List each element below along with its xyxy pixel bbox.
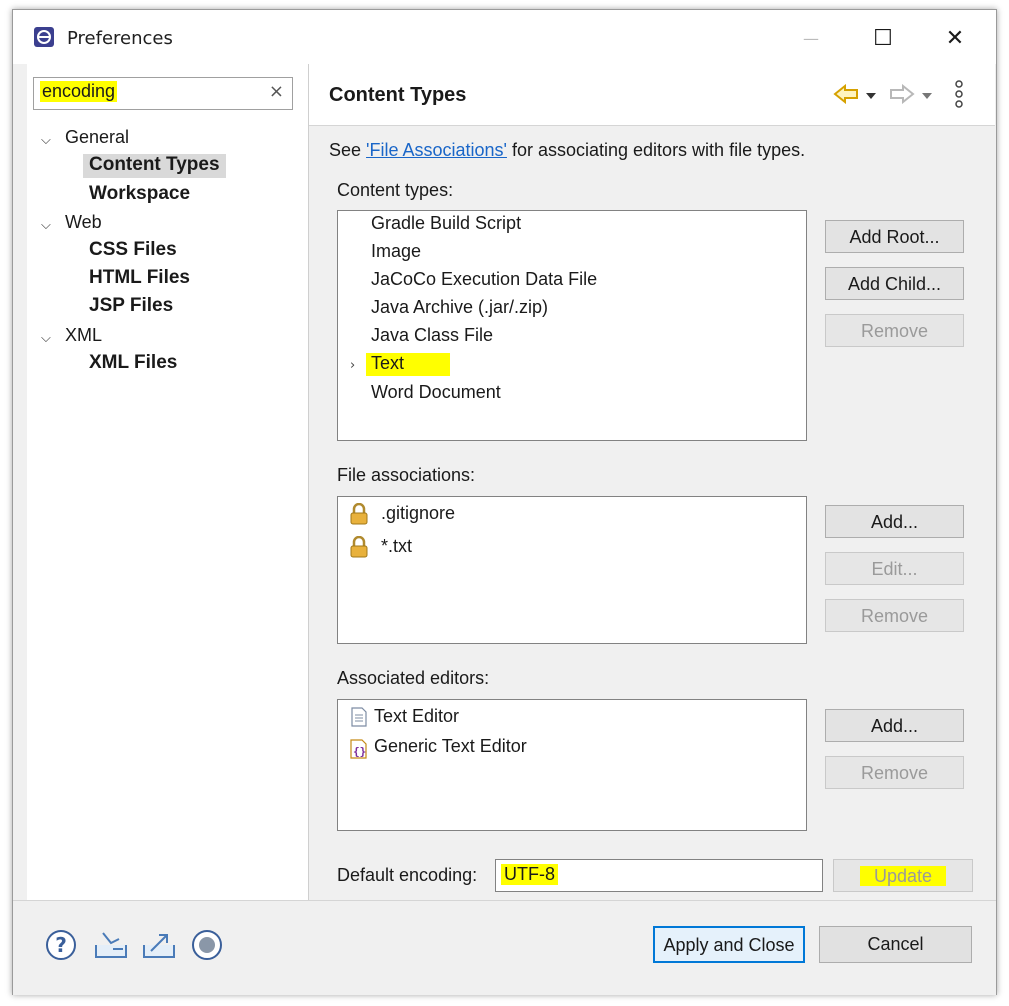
list-item[interactable]: Text Editor [374,706,459,727]
default-encoding-label: Default encoding: [337,865,478,885]
dialog-button-bar: ? Apply and Close Cancel [13,900,996,995]
hint-suffix: for associating editors with file types. [506,140,806,160]
clear-filter-icon[interactable]: × [269,81,284,102]
associated-editors-list[interactable]: Text Editor {} Generic Text Editor [337,699,807,831]
update-label: Update [859,866,947,886]
minimize-icon: — [803,28,819,48]
cancel-button[interactable]: Cancel [819,926,972,963]
file-associations-label: File associations: [337,465,476,485]
tree-node-general[interactable]: General [65,127,129,148]
file-associations-list[interactable]: .gitignore *.txt [337,496,807,644]
eclipse-app-icon [34,27,54,47]
hint-prefix: See [329,140,367,160]
tree-item-xml-files[interactable]: XML Files [89,352,177,374]
list-item[interactable]: Image [371,241,421,262]
chevron-down-icon[interactable]: ⌵ [41,331,51,346]
tree-item-content-types[interactable]: Content Types [83,154,226,178]
list-item[interactable]: Word Document [371,382,501,403]
file-associations-link[interactable]: 'File Associations' [366,140,507,160]
add-editor-button[interactable]: Add... [825,709,964,742]
remove-association-button[interactable]: Remove [825,599,964,632]
page-title: Content Types [329,84,467,106]
default-encoding-input[interactable]: UTF-8 [495,859,823,892]
filter-value: encoding [40,81,118,102]
tree-item-jsp-files[interactable]: JSP Files [89,295,173,317]
add-child-button[interactable]: Add Child... [825,267,964,300]
tree-item-workspace[interactable]: Workspace [89,183,190,205]
content-types-label: Content types: [337,180,454,200]
apply-and-close-button[interactable]: Apply and Close [653,926,805,963]
minimize-button[interactable]: — [781,18,841,58]
list-item[interactable]: Generic Text Editor [374,736,527,757]
chevron-right-icon[interactable]: › [350,358,355,373]
forward-dropdown-icon[interactable] [921,92,933,100]
chevron-down-icon[interactable]: ⌵ [41,133,51,148]
close-icon: ✕ [945,25,965,51]
title-bar: Preferences — ☐ ✕ [13,10,996,64]
record-icon[interactable] [191,929,223,961]
list-item[interactable]: .gitignore [381,503,455,524]
list-item[interactable]: JaCoCo Execution Data File [371,269,597,290]
svg-text:{}: {} [353,745,366,758]
add-association-button[interactable]: Add... [825,505,964,538]
text-editor-icon [351,707,367,727]
lock-icon [350,536,368,558]
back-arrow-icon[interactable] [833,84,859,104]
list-item[interactable]: Java Archive (.jar/.zip) [371,297,548,318]
import-icon[interactable] [93,929,129,961]
tree-item-html-files[interactable]: HTML Files [89,267,190,289]
export-icon[interactable] [141,929,177,961]
generic-editor-icon: {} [350,739,367,759]
filter-input[interactable]: encoding × [33,77,293,110]
tree-node-web[interactable]: Web [65,212,102,233]
forward-arrow-icon[interactable] [889,84,915,104]
remove-editor-button[interactable]: Remove [825,756,964,789]
maximize-icon: ☐ [873,25,893,51]
page-header: Content Types [309,64,995,126]
window-title: Preferences [67,28,173,49]
maximize-button[interactable]: ☐ [853,18,913,58]
tree-node-xml[interactable]: XML [65,325,102,346]
default-encoding-value: UTF-8 [501,864,558,885]
content-types-tree[interactable]: Gradle Build Script Image JaCoCo Executi… [337,210,807,441]
back-dropdown-icon[interactable] [865,92,877,100]
list-item[interactable]: *.txt [381,536,412,557]
view-menu-icon[interactable] [953,79,965,109]
preferences-window: Preferences — ☐ ✕ encoding × ⌵ General C… [12,9,997,995]
close-window-button[interactable]: ✕ [925,18,985,58]
tree-item-css-files[interactable]: CSS Files [89,239,177,261]
preference-tree-pane: encoding × ⌵ General Content Types Works… [27,64,309,900]
list-item[interactable]: Gradle Build Script [371,213,521,234]
remove-content-type-button[interactable]: Remove [825,314,964,347]
list-item-selected[interactable]: Text [366,353,451,376]
svg-text:?: ? [55,933,67,957]
update-encoding-button[interactable]: Update [833,859,973,892]
edit-association-button[interactable]: Edit... [825,552,964,585]
associated-editors-label: Associated editors: [337,668,490,688]
content-types-page: Content Types See 'File Associations' fo… [309,64,995,900]
lock-icon [350,503,368,525]
add-root-button[interactable]: Add Root... [825,220,964,253]
chevron-down-icon[interactable]: ⌵ [41,218,51,233]
help-icon[interactable]: ? [45,929,77,961]
list-item[interactable]: Java Class File [371,325,493,346]
file-associations-hint: See 'File Associations' for associating … [329,140,805,161]
